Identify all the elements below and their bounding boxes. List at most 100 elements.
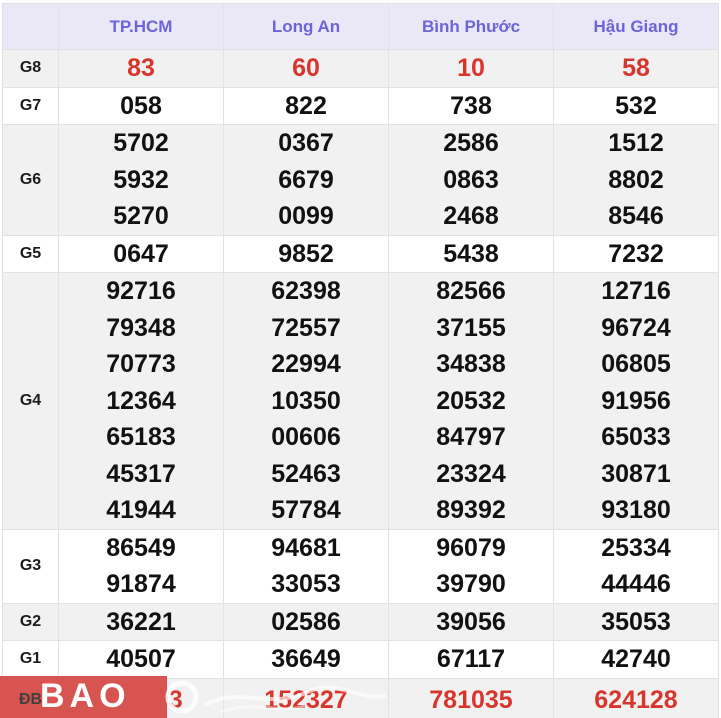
prize-value: 93180 [554, 492, 718, 529]
prize-cell: 624128 [554, 678, 719, 718]
prize-value: 35053 [554, 604, 718, 641]
prize-label-g5: G5 [3, 235, 59, 273]
prize-cell: 036766790099 [224, 125, 389, 236]
prize-label-g7: G7 [3, 87, 59, 125]
prize-value: 42740 [554, 641, 718, 678]
prize-cell: 532 [554, 87, 719, 125]
prize-cell: 5438 [389, 235, 554, 273]
prize-value: 2468 [389, 198, 553, 235]
column-header-long-an: Long An [224, 4, 389, 50]
prize-value: 72557 [224, 310, 388, 347]
prize-cell: 058 [59, 87, 224, 125]
prize-value: 57784 [224, 492, 388, 529]
prize-value: 39056 [389, 604, 553, 641]
prize-value: 65033 [554, 419, 718, 456]
prize-cell: 822 [224, 87, 389, 125]
prize-value: 5438 [389, 236, 553, 273]
lottery-results-page: TP.HCM Long An Bình Phước Hậu Giang G883… [0, 0, 721, 718]
prize-value: 5270 [59, 198, 223, 235]
prize-value: 36221 [59, 604, 223, 641]
prize-cell: 12716967240680591956650333087193180 [554, 273, 719, 530]
prize-value: 0647 [59, 236, 223, 273]
prize-label-g2: G2 [3, 603, 59, 641]
prize-value: 152327 [224, 682, 388, 718]
prize-value: 37155 [389, 310, 553, 347]
prize-value: 06805 [554, 346, 718, 383]
prize-value: 39790 [389, 566, 553, 603]
column-header-binh-phuoc: Bình Phước [389, 4, 554, 50]
column-header-hau-giang: Hậu Giang [554, 4, 719, 50]
prize-value: 70773 [59, 346, 223, 383]
prize-value: 781035 [389, 682, 553, 718]
prize-value: 23324 [389, 456, 553, 493]
prize-value: 92716 [59, 273, 223, 310]
prize-value: 02586 [224, 604, 388, 641]
prize-cell: 92716793487077312364651834531741944 [59, 273, 224, 530]
prize-cell: 39056 [389, 603, 554, 641]
prize-value: 6679 [224, 162, 388, 199]
prize-cell: 02586 [224, 603, 389, 641]
prize-value: 2586 [389, 125, 553, 162]
prize-value: 91874 [59, 566, 223, 603]
prize-cell: 82566371553483820532847972332489392 [389, 273, 554, 530]
prize-cell: 570259325270 [59, 125, 224, 236]
prize-cell: 36221 [59, 603, 224, 641]
prize-value: 532 [554, 88, 718, 125]
prize-cell: 258608632468 [389, 125, 554, 236]
prize-value: 0099 [224, 198, 388, 235]
prize-value: 10 [389, 50, 553, 87]
column-header-tphcm: TP.HCM [59, 4, 224, 50]
prize-cell: 62398725572299410350006065246357784 [224, 273, 389, 530]
prize-value: 96079 [389, 530, 553, 567]
prize-value: 89392 [389, 492, 553, 529]
prize-value: 65183 [59, 419, 223, 456]
prize-cell: 738 [389, 87, 554, 125]
prize-cell: 10 [389, 50, 554, 88]
prize-value: 91956 [554, 383, 718, 420]
corner-cell [3, 4, 59, 50]
prize-value: 0863 [389, 162, 553, 199]
prize-value: 8802 [554, 162, 718, 199]
prize-value: 36649 [224, 641, 388, 678]
prize-value: 624128 [554, 682, 718, 718]
prize-row-g5: G50647985254387232 [3, 235, 719, 273]
prize-value: 25334 [554, 530, 718, 567]
prize-value: 86549 [59, 530, 223, 567]
prize-value: 94681 [224, 530, 388, 567]
prize-value: 34838 [389, 346, 553, 383]
prize-cell: 58 [554, 50, 719, 88]
prize-value: 62398 [224, 273, 388, 310]
prize-cell: 151288028546 [554, 125, 719, 236]
prize-value: 30871 [554, 456, 718, 493]
prize-label-g3: G3 [3, 529, 59, 603]
prize-cell: 2533444446 [554, 529, 719, 603]
prize-label-g6: G6 [3, 125, 59, 236]
header-row: TP.HCM Long An Bình Phước Hậu Giang [3, 4, 719, 50]
prize-value: 10350 [224, 383, 388, 420]
prize-label-g8: G8 [3, 50, 59, 88]
prize-value: 20532 [389, 383, 553, 420]
prize-value: 5932 [59, 162, 223, 199]
prize-value: 52463 [224, 456, 388, 493]
prize-cell: 9607939790 [389, 529, 554, 603]
prize-label-g4: G4 [3, 273, 59, 530]
prize-cell: 7232 [554, 235, 719, 273]
prize-value: 738 [389, 88, 553, 125]
prize-cell: 781035 [389, 678, 554, 718]
prize-label-db: ĐB [3, 678, 59, 718]
prize-value: 83 [59, 50, 223, 87]
prize-row-g8: G883601058 [3, 50, 719, 88]
prize-value: 45317 [59, 456, 223, 493]
prize-value: 67117 [389, 641, 553, 678]
prize-cell: 35053 [554, 603, 719, 641]
prize-value: 58 [554, 50, 718, 87]
prize-cell: 83 [59, 50, 224, 88]
prize-cell: 36649 [224, 641, 389, 679]
prize-value: 7232 [554, 236, 718, 273]
prize-value: 60 [224, 50, 388, 87]
prize-cell: 9468133053 [224, 529, 389, 603]
prize-cell: 8654991874 [59, 529, 224, 603]
prize-cell: 60 [224, 50, 389, 88]
prize-value: 5702 [59, 125, 223, 162]
prize-table-body: G883601058G7058822738532G657025932527003… [3, 50, 719, 718]
